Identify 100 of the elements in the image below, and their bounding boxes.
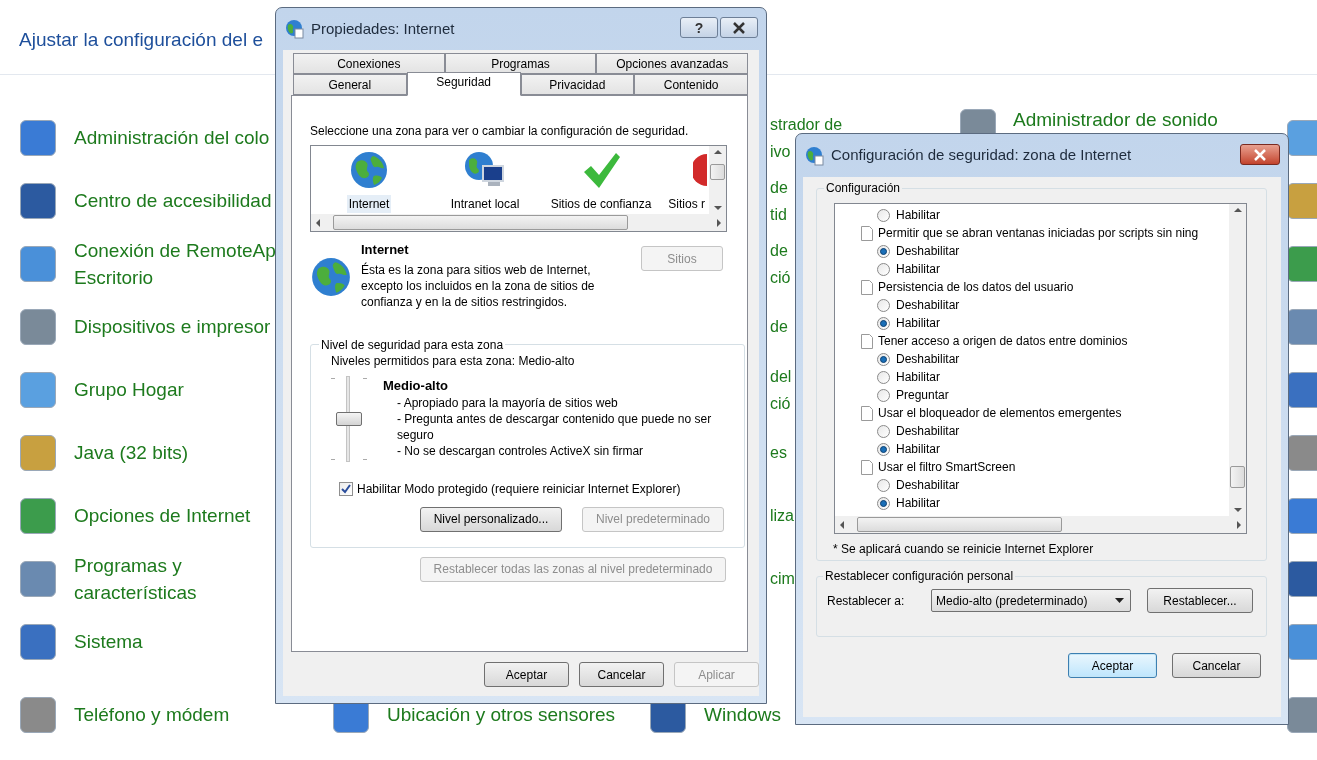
slider-thumb[interactable] [336,411,362,426]
tab[interactable]: Programas [444,53,597,74]
dialog-button[interactable]: Restablecer... [1147,588,1253,613]
control-panel-icon [1287,119,1317,156]
help-button[interactable]: ? [680,17,718,38]
control-panel-icon [20,119,56,156]
radio-button[interactable] [877,496,890,510]
close-icon [732,21,746,34]
control-panel-link[interactable]: Administrador de sonido [1013,109,1218,131]
control-panel-link[interactable]: Centro de accesibilidad [74,187,272,214]
tab[interactable]: Conexiones [293,53,445,74]
dropdown[interactable]: Medio-alto (predeterminado) [931,589,1131,612]
setting-name: Permitir que se abran ventanas iniciadas por scripts sin ning [878,225,1199,242]
page-icon [861,405,873,421]
close-button[interactable] [720,17,758,38]
control-panel-link[interactable]: Dispositivos e impresor [74,313,271,340]
checkmark-icon [581,150,621,190]
control-panel-icon [1287,560,1317,597]
control-panel-link[interactable]: Conexión de RemoteAp Escritorio [74,236,276,291]
radio-label: Habilitar [896,207,940,224]
close-button[interactable] [1240,144,1280,165]
control-panel-link[interactable]: Programas y características [74,551,197,606]
window-title: Propiedades: Internet [311,18,455,39]
control-panel-icon [20,497,56,534]
globe-icon [310,256,352,298]
field-label: Restablecer a: [827,592,906,610]
radio-label: Habilitar [896,261,940,278]
globe-page-icon [285,19,305,39]
page-icon [861,333,873,349]
control-panel-link[interactable]: Ubicación y otros sensores [387,701,616,728]
tab[interactable]: Opciones avanzadas [596,53,748,74]
radio-button[interactable] [877,316,890,330]
control-panel-link[interactable]: del ció [770,362,792,417]
page-icon [861,225,873,241]
radio-button[interactable] [877,262,890,276]
control-panel-link[interactable]: de tid [770,173,788,228]
globe-icon [349,150,389,190]
dialog-button[interactable]: Aceptar [484,662,569,687]
page-icon [861,279,873,295]
control-panel-link[interactable]: Administración del colo [74,124,270,151]
control-panel-link[interactable]: cim [770,565,795,592]
radio-label: Deshabilitar [896,477,960,494]
zone-item[interactable]: Intranet local [448,195,522,213]
security-level-slider[interactable] [331,375,367,462]
radio-label: Habilitar [896,369,940,386]
radio-button[interactable] [877,388,890,402]
dialog-button[interactable]: Cancelar [579,662,664,687]
control-panel-icon [1287,623,1317,660]
control-panel-icon [20,434,56,471]
radio-label: Preguntar [896,387,949,404]
radio-button[interactable] [877,208,890,222]
radio-button[interactable] [877,370,890,384]
radio-label: Habilitar [896,495,940,512]
control-panel-icon [1287,371,1317,408]
control-panel-link[interactable]: es [770,439,787,466]
control-panel-link[interactable]: de [770,313,788,340]
dialog-button[interactable]: Aceptar [1068,653,1157,678]
level-description: - No se descargan controles ActiveX sin firmar [397,443,645,459]
group-label: Nivel de seguridad para esta zona [320,336,505,354]
control-panel-link[interactable]: de ció [770,236,791,291]
tab[interactable]: Contenido [634,74,748,95]
zone-item[interactable]: Internet [346,195,392,213]
control-panel-link[interactable]: liza [770,502,794,529]
control-panel-link[interactable]: Teléfono y módem [74,701,230,728]
tab[interactable]: Privacidad [520,74,635,95]
control-panel-icon [20,371,56,408]
radio-button[interactable] [877,424,890,438]
control-panel-icon [20,245,56,282]
dialog-button[interactable]: Nivel personalizado... [420,506,562,532]
zone-item[interactable]: Sitios de confianza [548,195,654,213]
radio-button[interactable] [877,298,890,312]
tab[interactable]: Seguridad [406,72,521,96]
dialog-button[interactable]: Cancelar [1172,653,1261,678]
vertical-scrollbar[interactable] [709,146,726,214]
level-description: - Pregunta antes de descargar contenido que puede no ser seguro [397,411,713,443]
control-panel-link[interactable]: Grupo Hogar [74,376,184,403]
radio-button[interactable] [877,478,890,492]
horizontal-scrollbar[interactable] [311,214,726,231]
control-panel-icon [1287,434,1317,471]
control-panel-icon [1287,696,1317,733]
setting-name: Usar el bloqueador de elementos emergentes [878,405,1122,422]
checkbox-label: Habilitar Modo protegido (requiere reiniciar Internet Explorer) [357,480,681,498]
checkbox[interactable] [339,481,353,496]
control-panel-link[interactable]: Windows [704,701,782,728]
control-panel-icon [20,182,56,219]
control-panel-link[interactable]: Opciones de Internet [74,502,251,529]
radio-button[interactable] [877,244,890,258]
radio-label: Deshabilitar [896,297,960,314]
radio-button[interactable] [877,352,890,366]
control-panel-link[interactable]: Sistema [74,628,143,655]
zone-name: Internet [361,241,410,259]
radio-label: Deshabilitar [896,351,960,368]
control-panel-icon [1287,245,1317,282]
vertical-scrollbar[interactable] [1229,204,1246,516]
control-panel-link[interactable]: Java (32 bits) [74,439,189,466]
horizontal-scrollbar[interactable] [835,516,1246,533]
radio-button[interactable] [877,442,890,456]
tab[interactable]: General [293,74,407,95]
page-heading: Ajustar la configuración del e [19,29,263,50]
zone-item[interactable]: Sitios r [666,195,707,213]
